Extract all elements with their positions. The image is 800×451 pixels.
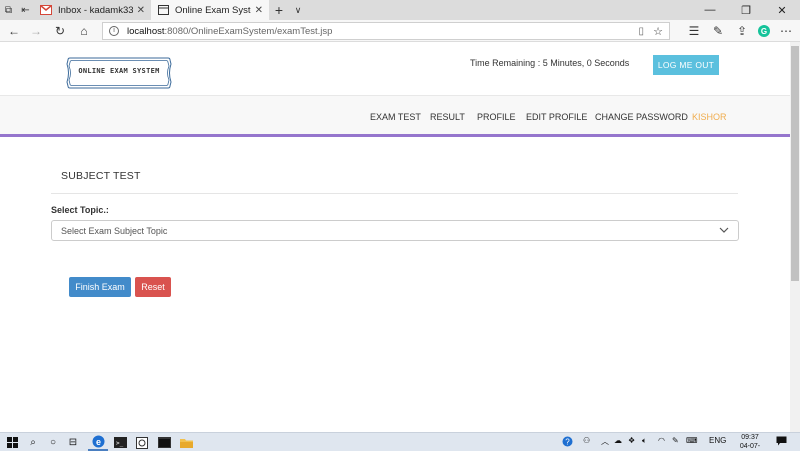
browser-tab-exam[interactable]: Online Exam System ✕ [151, 0, 269, 20]
section-title: SUBJECT TEST [61, 170, 141, 182]
minimize-icon[interactable]: — [692, 0, 728, 20]
language-indicator[interactable]: ENG [709, 436, 726, 445]
main-menu: EXAM TEST RESULT PROFILE EDIT PROFILE CH… [0, 96, 790, 137]
browser-toolbar: ← → ↻ ⌂ i localhost:8080/OnlineExamSyste… [0, 20, 800, 42]
url-path: :8080/OnlineExamSystem/examTest.jsp [164, 25, 333, 37]
close-tab-icon[interactable]: ✕ [137, 5, 145, 16]
wifi-icon[interactable]: ◠ [658, 436, 665, 445]
tab-actions-icon[interactable]: ⧉ [0, 0, 17, 20]
app-taskbar-icon[interactable] [132, 434, 152, 451]
tab-overview-icon[interactable]: ⇤ [17, 0, 34, 20]
chevron-down-icon[interactable]: ∨ [289, 0, 307, 20]
console-taskbar-icon[interactable] [154, 434, 174, 451]
clock[interactable]: 09:37 04-07-2020 [735, 433, 765, 451]
site-info-icon[interactable]: i [109, 26, 119, 36]
reading-view-icon[interactable]: ▯ [638, 26, 644, 37]
task-view-icon[interactable]: ⊟ [65, 435, 81, 450]
gmail-icon [40, 5, 52, 16]
menu-result[interactable]: RESULT [430, 112, 465, 122]
windows-taskbar: ⌕ ○ ⊟ e >_ ? ⚇ ︿ ☁ ❖ 🔈︎ ◠ ✎ ⌨ ENG 09:37 … [0, 432, 800, 451]
browser-tab-strip: ⧉ ⇤ Inbox - kadamk33@gmail.com ✕ Online … [0, 0, 800, 20]
home-icon[interactable]: ⌂ [76, 23, 92, 39]
cloud-icon[interactable]: ☁ [614, 436, 622, 445]
favorite-star-icon[interactable]: ☆ [653, 25, 663, 38]
terminal-taskbar-icon[interactable]: >_ [110, 434, 130, 451]
browser-tab-inbox[interactable]: Inbox - kadamk33@gmail.com ✕ [34, 0, 151, 20]
svg-text:?: ? [565, 438, 570, 447]
menu-edit-profile[interactable]: EDIT PROFILE [526, 112, 587, 122]
address-bar[interactable]: i localhost:8080/OnlineExamSystem/examTe… [102, 22, 670, 40]
notifications-icon[interactable] [776, 436, 787, 448]
svg-text:e: e [95, 437, 100, 447]
menu-change-password[interactable]: CHANGE PASSWORD [595, 112, 688, 122]
reset-button[interactable]: Reset [135, 277, 171, 297]
svg-text:>_: >_ [116, 440, 124, 447]
finish-exam-button[interactable]: Finish Exam [69, 277, 131, 297]
logo-text: ONLINE EXAM SYSTEM [78, 67, 160, 75]
chevron-down-icon [719, 227, 729, 233]
menu-profile[interactable]: PROFILE [477, 112, 516, 122]
url-host: localhost [127, 25, 165, 37]
dropbox-icon[interactable]: ❖ [628, 436, 635, 445]
topic-label: Select Topic.: [51, 205, 109, 215]
close-tab-icon[interactable]: ✕ [255, 5, 263, 16]
clock-date: 04-07-2020 [739, 443, 761, 450]
page-viewport: ONLINE EXAM SYSTEM Time Remaining : 5 Mi… [0, 42, 790, 432]
grammarly-icon[interactable]: G [756, 23, 772, 39]
browser-tab-title: Online Exam System [175, 4, 251, 16]
logout-button[interactable]: LOG ME OUT [653, 55, 719, 75]
page-scrollbar[interactable] [790, 42, 800, 432]
scrollbar-thumb[interactable] [791, 46, 799, 281]
refresh-icon[interactable]: ↻ [52, 23, 68, 39]
file-explorer-icon[interactable] [176, 434, 196, 451]
windows-start-icon[interactable] [4, 435, 20, 450]
edge-taskbar-icon[interactable]: e [88, 434, 108, 451]
help-icon[interactable]: ? [562, 436, 573, 449]
clock-time: 09:37 [741, 434, 759, 441]
show-hidden-icons-icon[interactable]: ︿ [601, 436, 609, 447]
keyboard-icon[interactable]: ⌨ [686, 436, 698, 445]
browser-tab-title: Inbox - kadamk33@gmail.com [58, 4, 133, 16]
favorites-list-icon[interactable]: ☰ [686, 23, 702, 39]
pen-icon[interactable]: ✎ [710, 23, 726, 39]
menu-user-name[interactable]: KISHOR [692, 112, 727, 122]
time-remaining-text: Time Remaining : 5 Minutes, 0 Seconds [470, 58, 630, 68]
restore-icon[interactable]: ❐ [728, 0, 764, 20]
search-icon[interactable]: ⌕ [25, 435, 41, 450]
cortana-icon[interactable]: ○ [45, 435, 61, 450]
site-header: ONLINE EXAM SYSTEM Time Remaining : 5 Mi… [0, 42, 790, 96]
people-icon[interactable]: ⚇ [583, 436, 590, 445]
back-icon[interactable]: ← [6, 23, 22, 39]
topic-select[interactable]: Select Exam Subject Topic [51, 220, 739, 241]
site-logo[interactable]: ONLINE EXAM SYSTEM [66, 56, 172, 90]
topic-select-value: Select Exam Subject Topic [61, 225, 168, 236]
forward-icon[interactable]: → [28, 23, 44, 39]
volume-icon[interactable]: 🔈︎ [642, 436, 647, 446]
pen-workspace-icon[interactable]: ✎ [672, 436, 679, 445]
menu-exam-test[interactable]: EXAM TEST [370, 112, 421, 122]
svg-text:G: G [761, 27, 767, 36]
more-menu-icon[interactable]: ⋯ [778, 23, 794, 39]
close-window-icon[interactable]: ✕ [764, 0, 800, 20]
divider [51, 193, 738, 194]
page-icon [157, 5, 169, 16]
new-tab-icon[interactable]: + [269, 0, 289, 20]
share-icon[interactable]: ⇪ [734, 23, 750, 39]
